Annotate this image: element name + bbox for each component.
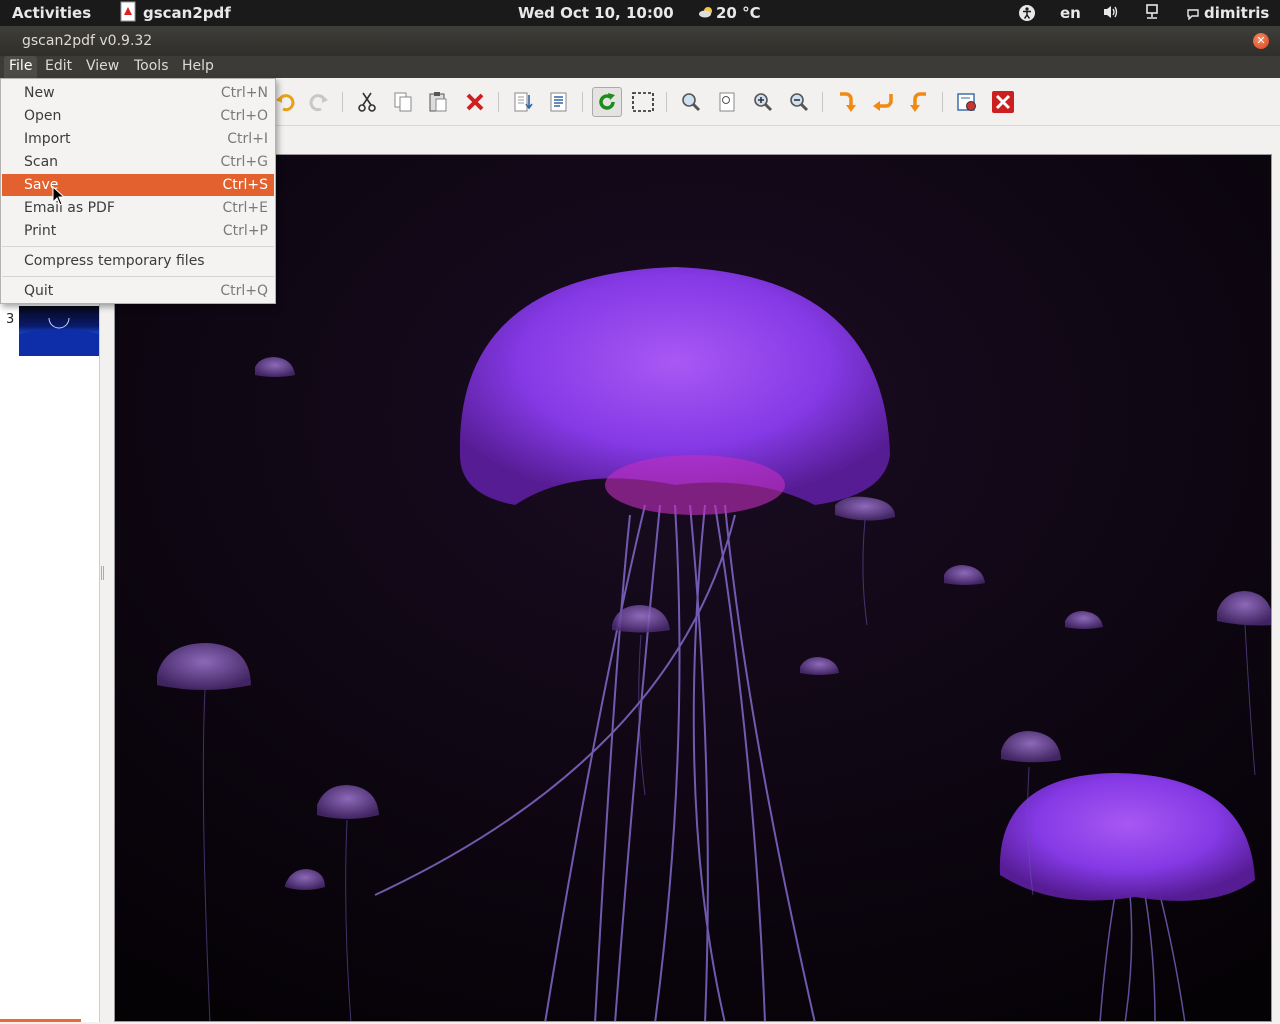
menu-edit[interactable]: Edit bbox=[40, 56, 77, 78]
activities-button[interactable]: Activities bbox=[12, 4, 91, 22]
image-viewer[interactable] bbox=[114, 154, 1272, 1022]
window-close-button[interactable]: ✕ bbox=[1253, 33, 1269, 49]
scan-preferences-icon[interactable] bbox=[954, 90, 980, 114]
menu-item-label: Import bbox=[24, 131, 71, 147]
menu-item-shortcut: Ctrl+O bbox=[220, 108, 268, 124]
user-menu[interactable]: dimitris bbox=[1204, 4, 1269, 22]
app-icon[interactable] bbox=[120, 1, 138, 23]
file-menu-item-quit[interactable]: Quit Ctrl+Q bbox=[2, 280, 274, 302]
menu-item-shortcut: Ctrl+E bbox=[222, 200, 269, 216]
menu-item-label: Compress temporary files bbox=[24, 253, 205, 269]
menu-separator bbox=[2, 246, 274, 247]
weather-temperature[interactable]: 20 °C bbox=[716, 4, 761, 22]
accessibility-icon[interactable] bbox=[1018, 4, 1036, 26]
menu-item-label: Email as PDF bbox=[24, 200, 115, 216]
redo-icon[interactable] bbox=[306, 90, 332, 114]
file-menu-item-scan[interactable]: Scan Ctrl+G bbox=[2, 151, 274, 173]
select-area-icon[interactable] bbox=[630, 90, 656, 114]
file-menu-item-compress-temporary-files[interactable]: Compress temporary files bbox=[2, 250, 274, 272]
quit-icon[interactable] bbox=[990, 90, 1016, 114]
thumbnail-page-3[interactable] bbox=[19, 306, 99, 356]
file-menu-item-open[interactable]: Open Ctrl+O bbox=[2, 105, 274, 127]
progress-bar bbox=[0, 1019, 81, 1022]
window-title: gscan2pdf v0.9.32 bbox=[22, 33, 153, 49]
rotate-90-icon[interactable] bbox=[834, 90, 860, 114]
menu-item-label: Quit bbox=[24, 283, 54, 299]
keyboard-language[interactable]: en bbox=[1060, 4, 1081, 22]
zoom-out-icon[interactable] bbox=[786, 90, 812, 114]
mouse-pointer-icon bbox=[52, 185, 66, 210]
menu-item-label: Open bbox=[24, 108, 62, 124]
network-icon[interactable] bbox=[1144, 4, 1160, 24]
menu-item-shortcut: Ctrl+G bbox=[220, 154, 269, 170]
menu-item-shortcut: Ctrl+N bbox=[220, 85, 268, 101]
menu-view[interactable]: View bbox=[81, 56, 124, 78]
menu-item-label: Scan bbox=[24, 154, 59, 170]
volume-icon[interactable] bbox=[1102, 4, 1120, 24]
menu-item-label: Print bbox=[24, 223, 57, 239]
copy-icon[interactable] bbox=[390, 90, 416, 114]
menu-item-label: New bbox=[24, 85, 55, 101]
user-status-icon[interactable] bbox=[1186, 6, 1200, 24]
file-menu-dropdown: New Ctrl+N Open Ctrl+O Import Ctrl+I Sca… bbox=[0, 78, 276, 304]
sort-pages-icon[interactable] bbox=[510, 90, 536, 114]
thumbnail-page-number: 3 bbox=[6, 312, 15, 327]
file-menu-item-print[interactable]: Print Ctrl+P bbox=[2, 220, 274, 242]
zoom-fit-icon[interactable] bbox=[678, 90, 704, 114]
file-menu-item-import[interactable]: Import Ctrl+I bbox=[2, 128, 274, 150]
pane-resize-handle[interactable] bbox=[101, 566, 104, 580]
paste-icon[interactable] bbox=[425, 90, 451, 114]
zoom-in-icon[interactable] bbox=[750, 90, 776, 114]
menu-help[interactable]: Help bbox=[177, 56, 219, 78]
rotate-270-icon[interactable] bbox=[906, 90, 932, 114]
window-title-bar[interactable]: gscan2pdf v0.9.32 bbox=[0, 26, 1280, 56]
menu-item-shortcut: Ctrl+P bbox=[222, 223, 268, 239]
menu-item-shortcut: Ctrl+S bbox=[222, 177, 268, 193]
file-menu-item-save[interactable]: Save Ctrl+S bbox=[2, 174, 274, 196]
jellyfish-image bbox=[115, 155, 1271, 1021]
file-menu-item-email-as-pdf[interactable]: Email as PDF Ctrl+E bbox=[2, 197, 274, 219]
file-menu-item-new[interactable]: New Ctrl+N bbox=[2, 82, 274, 104]
menu-tools[interactable]: Tools bbox=[129, 56, 174, 78]
clock[interactable]: Wed Oct 10, 10:00 bbox=[518, 4, 674, 22]
renumber-icon[interactable] bbox=[546, 90, 572, 114]
rotate-refresh-icon[interactable] bbox=[592, 87, 622, 117]
menu-separator bbox=[2, 276, 274, 277]
zoom-100-icon[interactable] bbox=[714, 90, 740, 114]
menu-file[interactable]: File bbox=[4, 56, 38, 78]
rotate-180-icon[interactable] bbox=[870, 90, 896, 114]
menu-item-shortcut: Ctrl+I bbox=[227, 131, 268, 147]
weather-cloud-icon bbox=[698, 5, 714, 23]
delete-icon[interactable] bbox=[462, 90, 488, 114]
menubar: File Edit View Tools Help bbox=[0, 56, 1280, 78]
menu-item-shortcut: Ctrl+Q bbox=[220, 283, 268, 299]
cut-icon[interactable] bbox=[354, 90, 380, 114]
gnome-top-bar: Activities gscan2pdf Wed Oct 10, 10:00 2… bbox=[0, 0, 1280, 26]
app-menu-label[interactable]: gscan2pdf bbox=[143, 4, 231, 22]
